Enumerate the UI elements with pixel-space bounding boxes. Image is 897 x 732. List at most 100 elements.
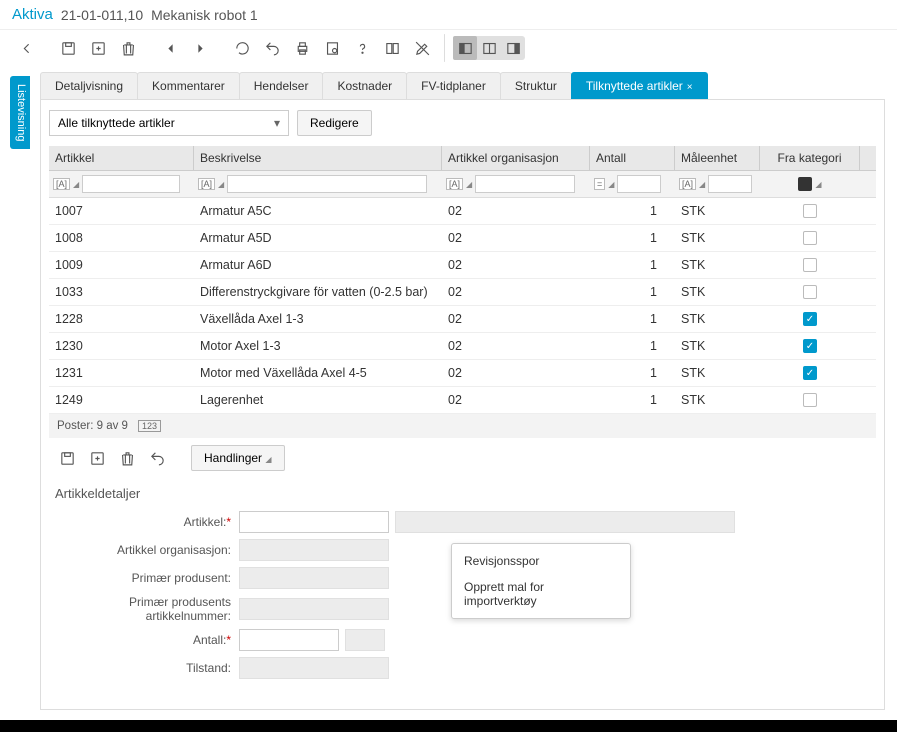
cell-org: 02 [442, 339, 590, 353]
help-button[interactable] [348, 34, 376, 62]
tab-detaljvisning[interactable]: Detaljvisning [40, 72, 138, 99]
filter-type-icon[interactable]: [A] [679, 178, 696, 190]
tab-tilknyttede-artikler[interactable]: Tilknyttede artikler× [571, 72, 708, 99]
cell-kat-checkbox[interactable] [803, 393, 817, 407]
cell-artikkel: 1228 [49, 312, 194, 326]
refresh-button[interactable] [228, 34, 256, 62]
side-tab-listevisning[interactable]: Listevisning [10, 76, 30, 149]
cell-beskrivelse: Differenstryckgivare för vatten (0-2.5 b… [194, 285, 442, 299]
panel-center-button[interactable] [477, 36, 501, 60]
cell-org: 02 [442, 366, 590, 380]
cell-antall: 1 [590, 231, 675, 245]
col-header-artikkel[interactable]: Artikkel [49, 146, 194, 170]
cell-beskrivelse: Motor Axel 1-3 [194, 339, 442, 353]
filter-type-icon[interactable]: [A] [446, 178, 463, 190]
table-row[interactable]: 1033Differenstryckgivare för vatten (0-2… [49, 279, 876, 306]
cell-kat-checkbox[interactable] [803, 204, 817, 218]
prev-button[interactable] [156, 34, 184, 62]
col-header-maalenhet[interactable]: Måleenhet [675, 146, 760, 170]
tab-kostnader[interactable]: Kostnader [322, 72, 407, 99]
edit-toggle-button[interactable] [408, 34, 436, 62]
filter-artikkel-input[interactable] [82, 175, 180, 193]
delete-button[interactable] [114, 34, 142, 62]
col-header-antall[interactable]: Antall [590, 146, 675, 170]
filter-maalenhet-input[interactable] [708, 175, 752, 193]
cell-maalenhet: STK [675, 258, 760, 272]
filter-type-icon[interactable]: = [594, 178, 605, 190]
org-field [239, 539, 389, 561]
cell-artikkel: 1231 [49, 366, 194, 380]
tab-struktur[interactable]: Struktur [500, 72, 572, 99]
col-header-org[interactable]: Artikkel organisasjon [442, 146, 590, 170]
articles-grid: Artikkel Beskrivelse Artikkel organisasj… [49, 146, 876, 699]
filter-row: Alle tilknyttede artikler Redigere [49, 110, 876, 136]
col-header-fra-kategori[interactable]: Fra kategori [760, 146, 860, 170]
filter-type-icon[interactable]: [A] [198, 178, 215, 190]
separator [444, 34, 445, 62]
cell-antall: 1 [590, 285, 675, 299]
produsent-nr-field [239, 598, 389, 620]
cell-kat-checkbox[interactable] [803, 258, 817, 272]
filter-kat-checkbox[interactable] [798, 177, 812, 191]
cell-antall: 1 [590, 258, 675, 272]
cell-kat-checkbox[interactable] [803, 339, 817, 353]
print-button[interactable] [288, 34, 316, 62]
antall-field[interactable] [239, 629, 339, 651]
table-row[interactable]: 1008Armatur A5D021STK [49, 225, 876, 252]
close-icon[interactable]: × [687, 82, 693, 93]
menu-revisjonsspor[interactable]: Revisjonsspor [452, 548, 630, 574]
edit-filter-button[interactable]: Redigere [297, 110, 372, 136]
menu-opprett-mal[interactable]: Opprett mal for importverktøy [452, 574, 630, 614]
book-button[interactable] [378, 34, 406, 62]
new-button[interactable] [84, 34, 112, 62]
panel-right-button[interactable] [501, 36, 525, 60]
save-row-button[interactable] [53, 444, 81, 472]
cell-artikkel: 1249 [49, 393, 194, 407]
filter-antall-input[interactable] [617, 175, 661, 193]
actions-button[interactable]: Handlinger ◢ [191, 445, 285, 471]
filter-select[interactable]: Alle tilknyttede artikler [49, 110, 289, 136]
cell-antall: 1 [590, 339, 675, 353]
table-row[interactable]: 1231Motor med Växellåda Axel 4-5021STK [49, 360, 876, 387]
cell-beskrivelse: Motor med Växellåda Axel 4-5 [194, 366, 442, 380]
preview-button[interactable] [318, 34, 346, 62]
cell-kat-checkbox[interactable] [803, 231, 817, 245]
tab-kommentarer[interactable]: Kommentarer [137, 72, 240, 99]
col-header-beskrivelse[interactable]: Beskrivelse [194, 146, 442, 170]
tab-fv-tidplaner[interactable]: FV-tidplaner [406, 72, 501, 99]
actions-popup-menu: Revisjonsspor Opprett mal for importverk… [451, 543, 631, 619]
filter-beskrivelse-input[interactable] [227, 175, 427, 193]
cell-antall: 1 [590, 366, 675, 380]
table-row[interactable]: 1249Lagerenhet021STK [49, 387, 876, 414]
cell-kat-checkbox[interactable] [803, 312, 817, 326]
new-row-button[interactable] [83, 444, 111, 472]
filter-type-icon[interactable]: [A] [53, 178, 70, 190]
panel-left-button[interactable] [453, 36, 477, 60]
cell-kat-checkbox[interactable] [803, 285, 817, 299]
cell-kat-checkbox[interactable] [803, 366, 817, 380]
save-button[interactable] [54, 34, 82, 62]
table-row[interactable]: 1007Armatur A5C021STK [49, 198, 876, 225]
table-row[interactable]: 1230Motor Axel 1-3021STK [49, 333, 876, 360]
undo-button[interactable] [258, 34, 286, 62]
record-code: 21-01-011,10 [61, 7, 143, 23]
badge-123[interactable]: 123 [138, 420, 161, 432]
app-title: Aktiva [12, 6, 53, 23]
poster-count: Poster: 9 av 9 [57, 420, 128, 432]
tab-hendelser[interactable]: Hendelser [239, 72, 324, 99]
cell-org: 02 [442, 204, 590, 218]
table-row[interactable]: 1228Växellåda Axel 1-3021STK [49, 306, 876, 333]
back-button[interactable] [12, 34, 40, 62]
artikkel-field[interactable] [239, 511, 389, 533]
next-button[interactable] [186, 34, 214, 62]
produsent-field [239, 567, 389, 589]
table-row[interactable]: 1009Armatur A6D021STK [49, 252, 876, 279]
filter-org-input[interactable] [475, 175, 575, 193]
cell-maalenhet: STK [675, 339, 760, 353]
header: Aktiva 21-01-011,10 Mekanisk robot 1 [0, 0, 897, 29]
app-window: Aktiva 21-01-011,10 Mekanisk robot 1 Lis… [0, 0, 897, 732]
panel-toggle-group [453, 36, 525, 60]
delete-row-button[interactable] [113, 444, 141, 472]
grid-body: 1007Armatur A5C021STK1008Armatur A5D021S… [49, 198, 876, 414]
undo-row-button[interactable] [143, 444, 171, 472]
